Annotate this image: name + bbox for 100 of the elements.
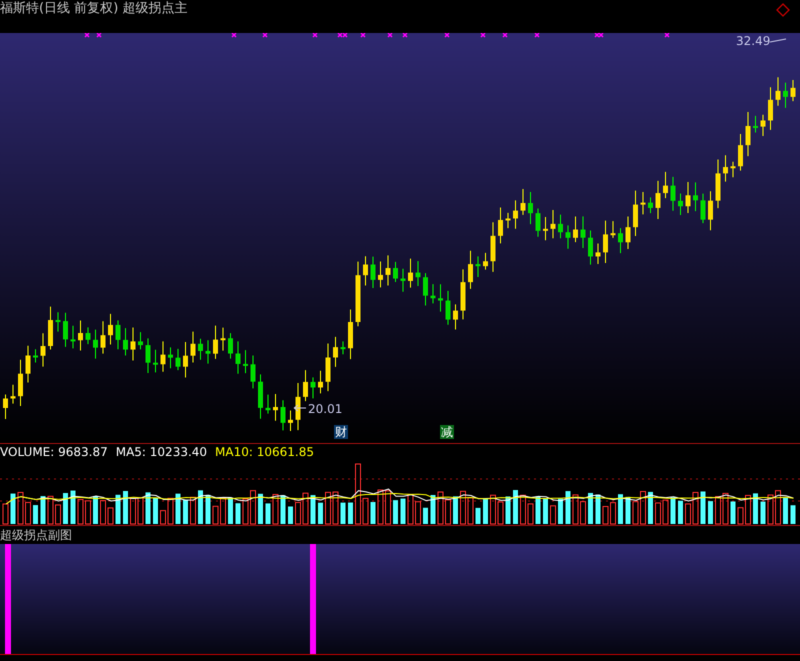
- candlestick: [520, 188, 526, 215]
- candlestick: [776, 76, 780, 106]
- candlestick: [378, 260, 383, 288]
- candlestick: [626, 216, 630, 250]
- candlestick: [116, 319, 120, 350]
- candlestick: [430, 283, 436, 304]
- candlestick: [160, 340, 166, 372]
- candlestick: [580, 215, 586, 248]
- candlestick: [536, 208, 540, 237]
- candlestick: [730, 160, 736, 178]
- candlestick: [693, 181, 698, 212]
- candlestick: [498, 206, 503, 244]
- event-marker[interactable]: 财: [334, 424, 348, 439]
- candlestick: [633, 190, 638, 236]
- candlestick: [746, 111, 750, 156]
- candlestick: [78, 320, 83, 351]
- candlestick: [558, 214, 563, 238]
- candlestick: [153, 348, 158, 373]
- candlestick: [86, 326, 90, 344]
- candlestick: [528, 191, 533, 224]
- candlestick: [416, 260, 420, 286]
- volume-legend: VOLUME: 9683.87: [0, 444, 108, 460]
- candlestick: [33, 348, 38, 363]
- candlestick: [543, 216, 548, 240]
- candlestick: [686, 181, 690, 214]
- candlestick: [100, 320, 106, 354]
- candlestick: [490, 221, 496, 272]
- candlestick: [348, 308, 353, 360]
- candlestick: [266, 394, 270, 414]
- candlestick: [453, 303, 458, 330]
- candlestick: [423, 272, 428, 306]
- candlestick: [123, 327, 128, 356]
- candlestick: [280, 399, 286, 430]
- candlestick: [220, 326, 226, 351]
- candlestick: [566, 224, 570, 249]
- candlestick: [716, 158, 720, 208]
- candlestick: [386, 254, 390, 286]
- candlestick: [273, 393, 278, 421]
- low-price-label: 20.01: [308, 402, 342, 416]
- candlestick: [370, 256, 376, 288]
- candlestick: [670, 176, 676, 211]
- candlestick: [40, 332, 46, 367]
- candlestick: [303, 369, 308, 402]
- candlestick: [93, 328, 98, 359]
- candlestick: [258, 373, 263, 419]
- high-price-label: 32.49: [736, 34, 770, 48]
- candlestick: [138, 331, 143, 350]
- candlestick: [250, 354, 256, 388]
- candlestick: [363, 255, 368, 286]
- candlestick: [18, 358, 23, 406]
- candlestick: [108, 312, 113, 345]
- candlestick: [468, 250, 473, 289]
- candlestick: [678, 192, 683, 216]
- candlestick: [446, 290, 450, 325]
- candlestick: [296, 382, 300, 430]
- candlestick: [310, 376, 316, 398]
- candlestick: [513, 199, 518, 229]
- candlestick: [640, 191, 646, 215]
- candlestick: [243, 349, 248, 374]
- candlestick: [190, 330, 196, 363]
- candlestick: [656, 180, 660, 220]
- candlestick: [708, 190, 713, 230]
- candlestick: [460, 268, 466, 320]
- candlestick: [476, 255, 480, 278]
- candlestick: [610, 220, 616, 238]
- candlestick: [63, 312, 68, 347]
- pane-title: 超级拐点副图: [0, 528, 72, 542]
- candlestick: [10, 384, 16, 404]
- candlestick: [438, 283, 443, 312]
- candlestick: [760, 114, 766, 136]
- candlestick: [146, 337, 150, 374]
- volume-legend: MA5: 10233.40: [116, 444, 208, 460]
- candlestick: [723, 154, 728, 182]
- candlestick: [56, 311, 60, 332]
- candlestick: [783, 82, 788, 108]
- candlestick: [700, 192, 706, 224]
- candlestick: [318, 370, 323, 394]
- candlestick: [400, 268, 406, 292]
- candlestick: [618, 227, 623, 254]
- candlestick: [288, 410, 293, 432]
- candlestick: [333, 336, 338, 367]
- leader-line: [294, 404, 306, 412]
- volume-legend: MA10: 10661.85: [215, 444, 314, 460]
- event-marker[interactable]: 减: [440, 424, 454, 439]
- candlestick: [228, 332, 233, 359]
- candlestick: [393, 260, 398, 282]
- chart-title: 福斯特(日线 前复权) 超级拐点主: [0, 0, 188, 18]
- diamond-icon[interactable]: [776, 3, 790, 17]
- candlestick: [48, 306, 53, 350]
- candlestick: [168, 346, 173, 368]
- candlestick: [483, 252, 488, 270]
- candlestick: [198, 338, 203, 360]
- candlestick: [738, 133, 743, 171]
- candlestick: [206, 339, 210, 364]
- candlestick: [408, 258, 413, 288]
- candlestick: [356, 260, 360, 326]
- candlestick: [663, 170, 668, 198]
- candlestick: [130, 326, 136, 361]
- candlestick: [506, 212, 510, 228]
- candlestick: [236, 340, 240, 374]
